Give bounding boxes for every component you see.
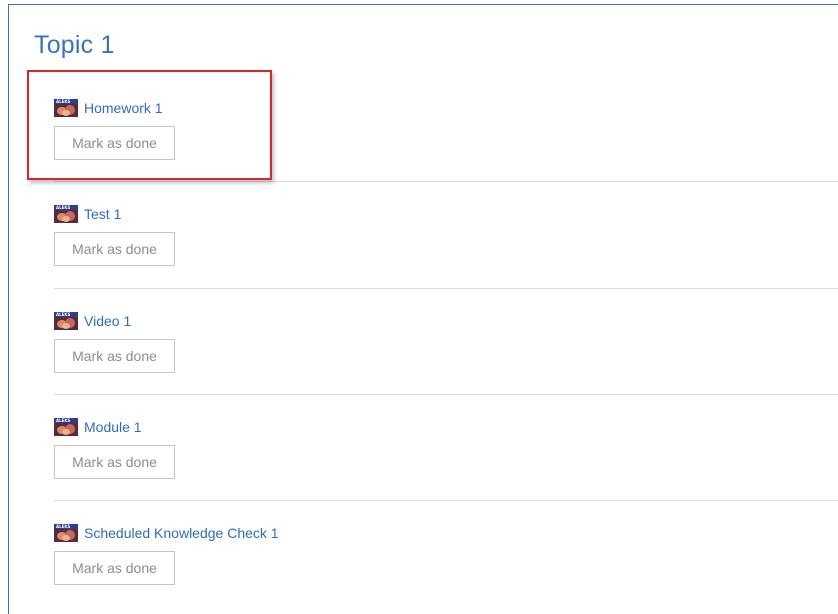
activity-row: ALEKS Module 1 [54, 416, 838, 438]
activity-item: ALEKS Scheduled Knowledge Check 1 Mark a… [54, 522, 838, 585]
aleks-icon: ALEKS [54, 205, 78, 223]
aleks-icon: ALEKS [54, 312, 78, 330]
activity-link-video-1[interactable]: Video 1 [84, 313, 131, 329]
activity-row: ALEKS Homework 1 [54, 97, 838, 119]
activity-item: ALEKS Video 1 Mark as done [54, 310, 838, 373]
divider [54, 181, 838, 182]
topic-section: Topic 1 ALEKS Homework 1 Mark as done AL… [8, 4, 838, 614]
mark-as-done-button[interactable]: Mark as done [54, 445, 175, 479]
activity-row: ALEKS Test 1 [54, 203, 838, 225]
activity-item: ALEKS Module 1 Mark as done [54, 416, 838, 479]
activity-link-test-1[interactable]: Test 1 [84, 206, 121, 222]
mark-as-done-button[interactable]: Mark as done [54, 551, 175, 585]
divider [54, 500, 838, 501]
activity-item: ALEKS Test 1 Mark as done [54, 203, 838, 266]
activity-link-homework-1[interactable]: Homework 1 [84, 100, 163, 116]
activity-row: ALEKS Scheduled Knowledge Check 1 [54, 522, 838, 544]
activity-item: ALEKS Homework 1 Mark as done [54, 97, 838, 160]
svg-text:ALEKS: ALEKS [56, 524, 70, 529]
mark-as-done-button[interactable]: Mark as done [54, 126, 175, 160]
divider [54, 288, 838, 289]
activity-row: ALEKS Video 1 [54, 310, 838, 332]
svg-text:ALEKS: ALEKS [56, 418, 70, 423]
aleks-icon: ALEKS [54, 99, 78, 117]
aleks-icon: ALEKS [54, 418, 78, 436]
topic-title: Topic 1 [34, 31, 115, 59]
svg-text:ALEKS: ALEKS [56, 312, 70, 317]
aleks-icon: ALEKS [54, 524, 78, 542]
svg-text:ALEKS: ALEKS [56, 205, 70, 210]
mark-as-done-button[interactable]: Mark as done [54, 339, 175, 373]
svg-text:ALEKS: ALEKS [56, 99, 70, 104]
activity-link-module-1[interactable]: Module 1 [84, 419, 142, 435]
activity-link-scheduled-knowledge-check-1[interactable]: Scheduled Knowledge Check 1 [84, 525, 279, 541]
divider [54, 394, 838, 395]
mark-as-done-button[interactable]: Mark as done [54, 232, 175, 266]
